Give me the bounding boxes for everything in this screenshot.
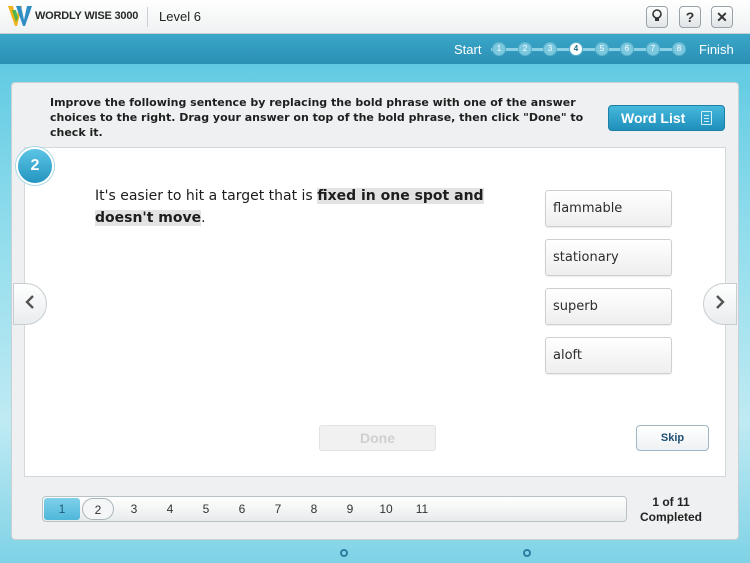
topbar-divider	[147, 7, 148, 27]
ww-logo-icon	[8, 4, 32, 28]
next-button[interactable]	[703, 283, 737, 325]
page-item[interactable]: 6	[224, 498, 260, 520]
done-button[interactable]: Done	[319, 425, 436, 451]
instructions-text: Improve the following sentence by replac…	[50, 96, 584, 139]
page-item[interactable]: 5	[188, 498, 224, 520]
progress-finish-label: Finish	[699, 42, 734, 57]
page-item[interactable]: 9	[332, 498, 368, 520]
step-dot: 7	[646, 42, 660, 56]
hint-button[interactable]	[646, 6, 668, 28]
page-item-selected[interactable]: 2	[82, 498, 114, 520]
activity-panel: Improve the following sentence by replac…	[11, 82, 739, 540]
step-dot-current: 4	[569, 42, 583, 56]
answer-choice[interactable]: aloft	[545, 337, 672, 374]
page-item[interactable]: 7	[260, 498, 296, 520]
skip-button[interactable]: Skip	[636, 425, 709, 451]
page-item[interactable]: 10	[368, 498, 404, 520]
sentence-before: It's easier to hit a target that is	[95, 188, 318, 204]
step-dot: 6	[620, 42, 634, 56]
chevron-right-icon	[714, 294, 726, 314]
word-list-label: Word List	[621, 110, 686, 126]
page-item[interactable]: 3	[116, 498, 152, 520]
decorative-dot	[523, 549, 531, 557]
progress-band: Start 1 2 3 4 5 6 7 8 Finish	[0, 34, 750, 64]
decorative-dot	[340, 549, 348, 557]
help-button[interactable]: ?	[679, 6, 701, 28]
question-icon: ?	[685, 9, 695, 25]
page-item-current[interactable]: 1	[44, 498, 80, 520]
answer-choice[interactable]: flammable	[545, 190, 672, 227]
completion-label: Completed	[639, 510, 702, 524]
page-item[interactable]: 11	[404, 498, 440, 520]
answer-choice[interactable]: stationary	[545, 239, 672, 276]
step-dot: 8	[672, 42, 686, 56]
word-list-button[interactable]: Word List	[608, 105, 725, 131]
answer-choice[interactable]: superb	[545, 288, 672, 325]
completion-count: 1 of 11	[652, 495, 690, 509]
page-item[interactable]: 4	[152, 498, 188, 520]
question-number-badge: 2	[16, 147, 54, 185]
app-logo: WORDLY WISE 3000	[8, 4, 138, 28]
logo-text: WORDLY WISE 3000	[35, 10, 139, 22]
chevron-left-icon	[24, 294, 36, 314]
sentence-after: .	[201, 210, 206, 226]
question-sentence: It's easier to hit a target that is fixe…	[95, 185, 495, 229]
lightbulb-icon	[651, 8, 663, 26]
top-bar: WORDLY WISE 3000 Level 6 ? ✕	[0, 0, 750, 34]
progress-start-label: Start	[454, 42, 482, 57]
step-dot: 1	[492, 42, 506, 56]
page-item[interactable]: 8	[296, 498, 332, 520]
close-button[interactable]: ✕	[711, 6, 733, 28]
step-dot: 3	[543, 42, 557, 56]
notebook-icon	[701, 111, 712, 125]
question-pager: 1 2 3 4 5 6 7 8 9 10 11	[42, 496, 627, 522]
close-icon: ✕	[716, 8, 728, 25]
level-label: Level 6	[159, 9, 201, 24]
question-card: It's easier to hit a target that is fixe…	[24, 147, 726, 477]
completion-status: 1 of 11 Completed	[632, 495, 710, 525]
step-dot: 2	[518, 42, 532, 56]
step-dot: 5	[595, 42, 609, 56]
